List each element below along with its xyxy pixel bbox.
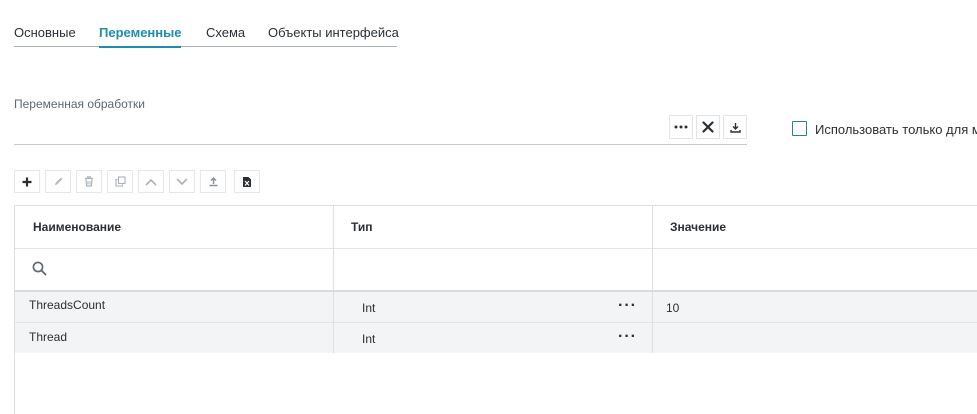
type-more-button[interactable]: ··· — [618, 329, 637, 345]
table-row[interactable] — [15, 323, 977, 353]
upload-button[interactable] — [200, 170, 226, 193]
upload-icon — [209, 176, 217, 187]
delete-button[interactable] — [76, 170, 102, 193]
variables-grid: Наименование Тип Значение ThreadsCount I… — [14, 205, 977, 414]
copy-button[interactable] — [107, 170, 133, 193]
column-divider — [652, 206, 653, 353]
row-name-cell: Thread — [29, 330, 68, 344]
variable-field-label: Переменная обработки — [14, 97, 145, 111]
chevron-up-icon — [145, 178, 157, 186]
move-up-button[interactable] — [138, 170, 164, 193]
tab-interface-objects[interactable]: Объекты интерфейса — [268, 25, 399, 40]
tab-schema[interactable]: Схема — [206, 25, 245, 40]
column-header-name[interactable]: Наименование — [15, 206, 333, 248]
column-header-value[interactable]: Значение — [652, 206, 977, 248]
download-button[interactable] — [723, 115, 747, 139]
row-type-cell[interactable]: Int — [362, 301, 375, 315]
tab-general[interactable]: Основные — [14, 25, 76, 40]
add-button[interactable] — [14, 170, 40, 193]
row-value-cell[interactable]: 10 — [666, 301, 679, 315]
use-only-checkbox[interactable] — [792, 121, 807, 136]
chevron-down-icon — [176, 177, 188, 185]
download-icon — [729, 122, 741, 133]
excel-icon — [243, 176, 251, 187]
variable-field-input[interactable] — [14, 144, 747, 145]
plus-icon — [22, 177, 32, 186]
row-type-cell[interactable]: Int — [362, 332, 375, 346]
trash-icon — [85, 176, 93, 187]
export-excel-button[interactable] — [234, 170, 260, 193]
pencil-icon — [54, 177, 62, 185]
type-more-button[interactable]: ··· — [618, 298, 637, 314]
browse-button[interactable] — [669, 115, 693, 139]
edit-button[interactable] — [45, 170, 71, 193]
tab-variables[interactable]: Переменные — [99, 25, 182, 48]
move-down-button[interactable] — [169, 170, 195, 193]
column-header-type[interactable]: Тип — [333, 206, 652, 248]
column-divider — [333, 206, 334, 353]
tab-bar: Основные Переменные Схема Объекты интерф… — [14, 20, 399, 48]
close-icon — [702, 121, 714, 133]
table-row[interactable] — [15, 292, 977, 322]
search-icon[interactable] — [32, 261, 47, 281]
more-icon — [674, 125, 688, 129]
use-only-checkbox-label: Использовать только для м — [815, 122, 977, 137]
type-filter-input[interactable] — [333, 249, 652, 291]
copy-icon — [114, 176, 126, 187]
row-name-cell: ThreadsCount — [29, 298, 106, 312]
clear-button[interactable] — [696, 115, 720, 139]
value-filter-input[interactable] — [652, 249, 977, 291]
